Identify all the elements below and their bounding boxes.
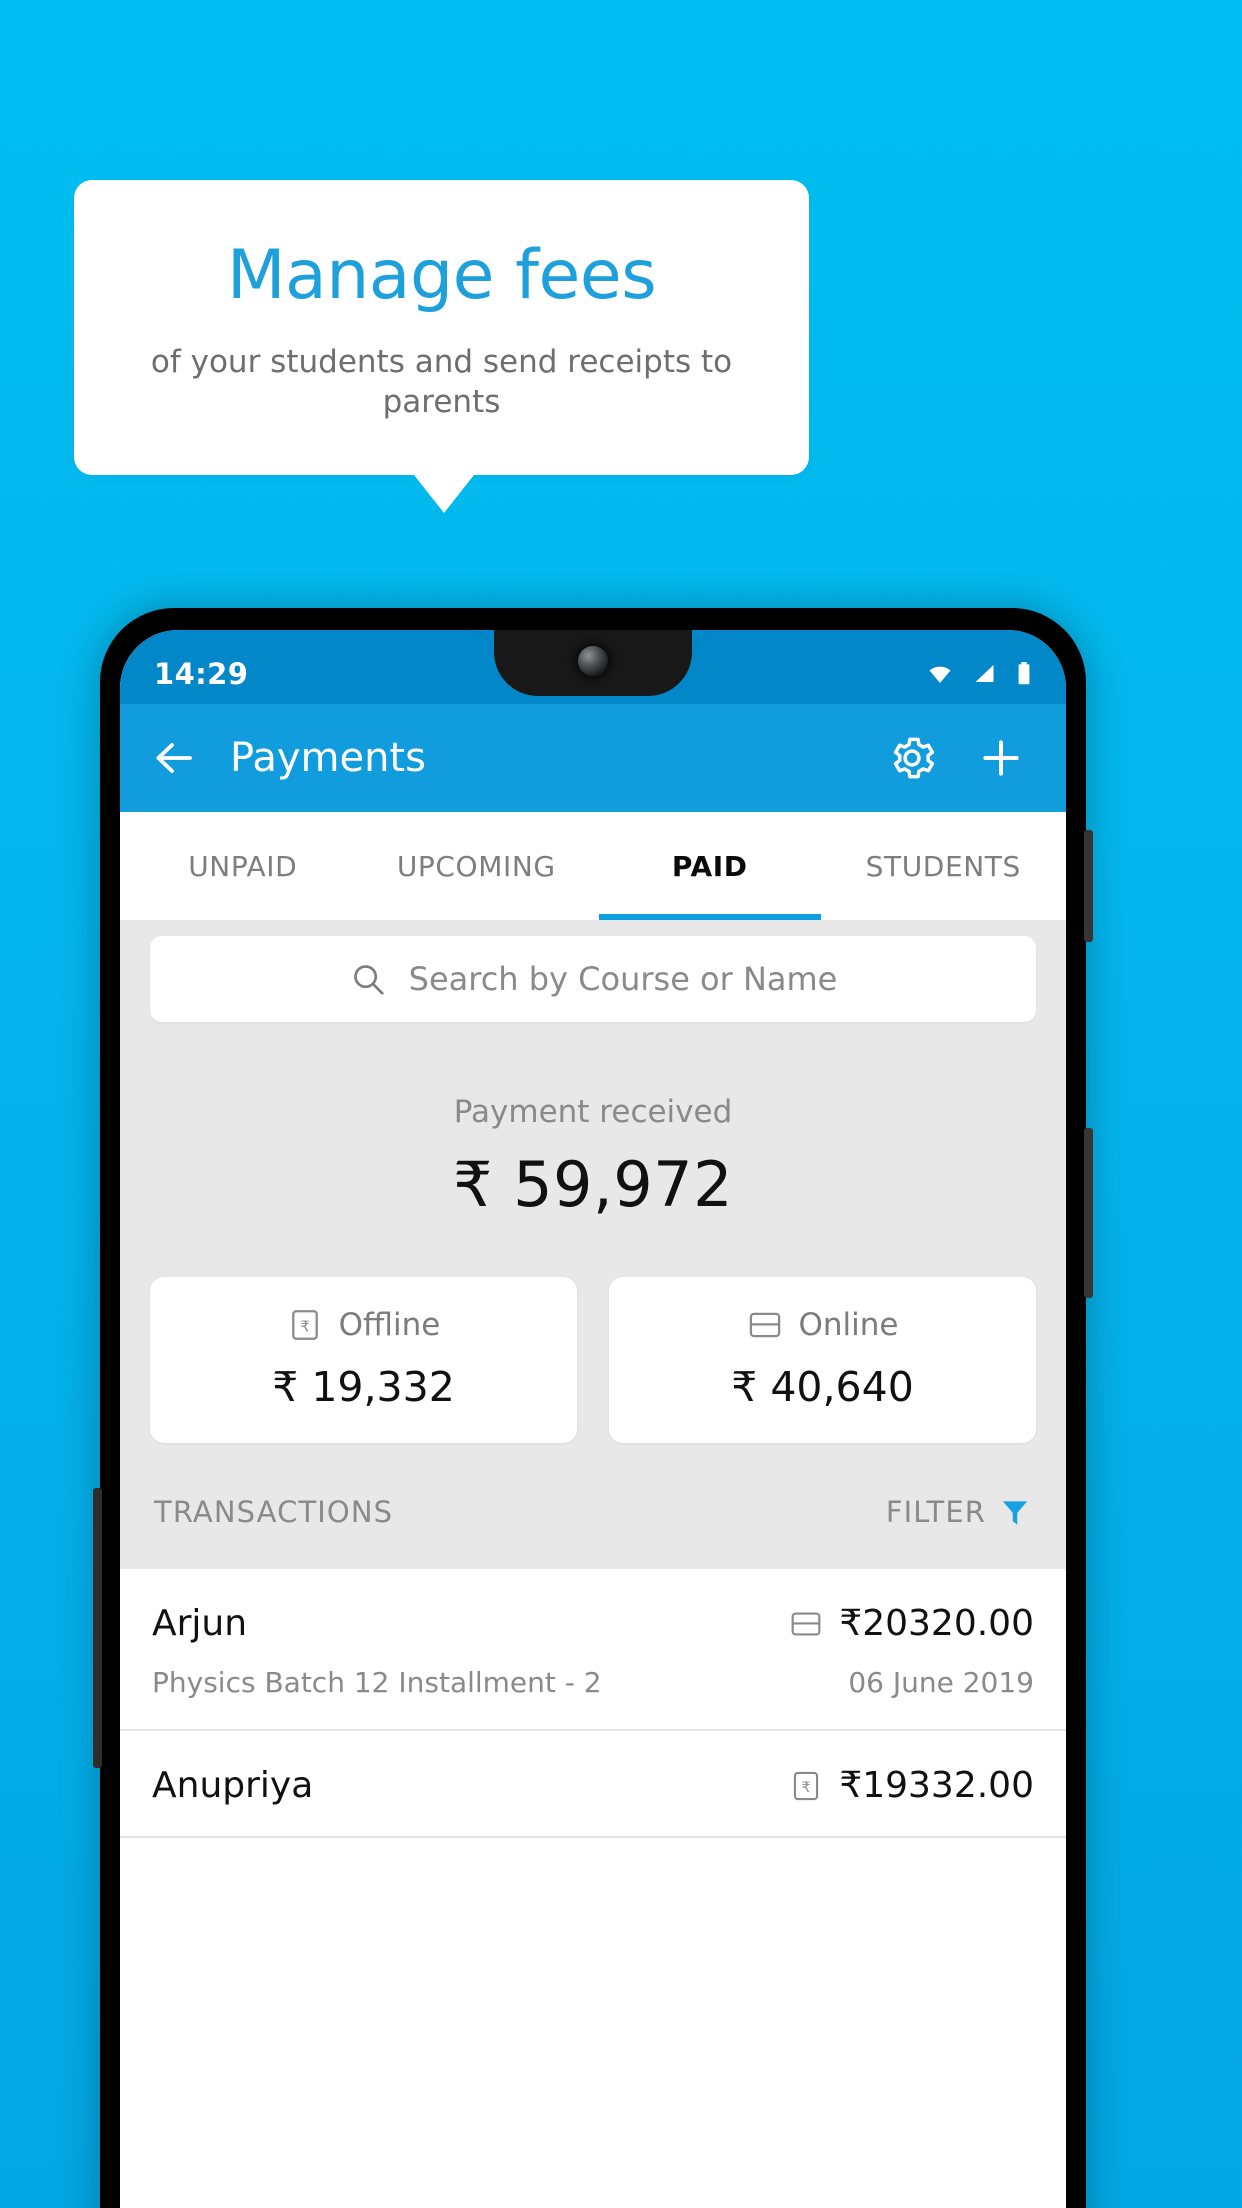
arrow-left-icon <box>156 743 192 773</box>
add-button[interactable] <box>976 733 1026 783</box>
phone-device: 14:29 Payments UNPAID UPCOMING PAID STUD… <box>93 608 1093 2208</box>
online-card-head: Online <box>609 1307 1036 1343</box>
cash-note-icon: ₹ <box>291 1310 318 1340</box>
tab-bar: UNPAID UPCOMING PAID STUDENTS <box>120 812 1066 920</box>
offline-card[interactable]: ₹ Offline ₹ 19,332 <box>150 1277 577 1443</box>
tab-paid-label: PAID <box>671 849 748 883</box>
promo-bubble: Manage fees of your students and send re… <box>74 180 809 513</box>
transaction-amount-group: ₹ ₹19332.00 <box>789 1765 1034 1806</box>
tab-upcoming-label: UPCOMING <box>396 849 556 883</box>
transaction-student-name: Anupriya <box>152 1765 314 1806</box>
back-button[interactable] <box>150 734 198 782</box>
tab-unpaid[interactable]: UNPAID <box>126 812 360 920</box>
tab-paid[interactable]: PAID <box>593 812 827 920</box>
promo-subtitle: of your students and send receipts to pa… <box>150 344 733 421</box>
promo-title: Manage fees <box>226 236 657 315</box>
tab-upcoming[interactable]: UPCOMING <box>360 812 594 920</box>
table-row[interactable]: Anupriya ₹ ₹19332.00 <box>120 1731 1066 1838</box>
online-label: Online <box>798 1307 899 1343</box>
wifi-icon <box>929 666 951 683</box>
transaction-amount: ₹20320.00 <box>839 1603 1034 1644</box>
app-bar: Payments <box>120 704 1066 812</box>
transaction-amount: ₹19332.00 <box>839 1765 1034 1806</box>
transaction-primary-line: Anupriya ₹ ₹19332.00 <box>152 1765 1034 1806</box>
offline-amount: ₹ 19,332 <box>272 1363 455 1411</box>
online-card[interactable]: Online ₹ 40,640 <box>609 1277 1036 1443</box>
cash-note-icon: ₹ <box>794 1771 819 1800</box>
phone-screen: 14:29 Payments UNPAID UPCOMING PAID STUD… <box>120 630 1066 2208</box>
payment-summary: Payment received ₹ 59,972 <box>120 1022 1066 1221</box>
app-bar-actions <box>886 732 1036 784</box>
transaction-secondary-line: Physics Batch 12 Installment - 2 06 June… <box>152 1666 1034 1699</box>
page-title: Payments <box>230 735 426 781</box>
phone-notch <box>464 630 722 696</box>
transactions-title: TRANSACTIONS <box>154 1495 394 1529</box>
search-placeholder: Search by Course or Name <box>408 960 838 998</box>
transaction-description: Physics Batch 12 Installment - 2 <box>152 1666 602 1699</box>
transaction-primary-line: Arjun ₹20320.00 <box>152 1603 1034 1644</box>
credit-card-icon <box>791 1611 821 1636</box>
filter-button[interactable]: FILTER <box>886 1495 1032 1529</box>
search-container: Search by Course or Name <box>120 920 1066 1022</box>
offline-label: Offline <box>338 1307 441 1343</box>
credit-card-icon <box>749 1312 780 1338</box>
transaction-amount-group: ₹20320.00 <box>789 1603 1034 1644</box>
svg-text:₹: ₹ <box>300 1317 310 1335</box>
transaction-date: 06 June 2019 <box>848 1666 1034 1699</box>
phone-power-button[interactable] <box>1084 830 1093 942</box>
offline-card-head: ₹ Offline <box>150 1307 577 1343</box>
tab-unpaid-label: UNPAID <box>188 849 298 883</box>
promo-bubble-body: Manage fees of your students and send re… <box>74 180 809 475</box>
filter-label: FILTER <box>885 1495 986 1529</box>
tab-students-label: STUDENTS <box>865 849 1021 883</box>
gear-icon <box>893 737 935 779</box>
search-input[interactable]: Search by Course or Name <box>150 936 1036 1022</box>
phone-volume-button[interactable] <box>1084 1128 1093 1298</box>
status-icons <box>925 661 1032 687</box>
funnel-icon <box>1002 1501 1028 1525</box>
transaction-list: Arjun ₹20320.00 Physics Batch 12 Install… <box>120 1569 1066 1838</box>
promo-bubble-tail <box>413 474 474 513</box>
payment-breakdown: ₹ Offline ₹ 19,332 Online ₹ 40,640 <box>120 1221 1066 1443</box>
plus-icon <box>983 740 1019 776</box>
payment-received-label: Payment received <box>453 1094 733 1130</box>
battery-icon <box>1018 662 1030 685</box>
payment-received-amount: ₹ 59,972 <box>452 1148 734 1221</box>
front-camera-icon <box>578 646 608 676</box>
status-time: 14:29 <box>154 657 249 691</box>
settings-button[interactable] <box>886 732 938 784</box>
status-bar: 14:29 <box>120 630 1066 704</box>
cellular-signal-icon <box>975 665 994 682</box>
content-sheet: Search by Course or Name Payment receive… <box>120 920 1066 1569</box>
phone-side-button-left[interactable] <box>93 1488 102 1768</box>
search-icon <box>353 965 384 995</box>
online-amount: ₹ 40,640 <box>731 1363 914 1411</box>
svg-text:₹: ₹ <box>802 1779 811 1795</box>
tab-students[interactable]: STUDENTS <box>827 812 1061 920</box>
table-row[interactable]: Arjun ₹20320.00 Physics Batch 12 Install… <box>120 1569 1066 1731</box>
transactions-header: TRANSACTIONS FILTER <box>120 1443 1066 1569</box>
transaction-student-name: Arjun <box>152 1603 248 1644</box>
